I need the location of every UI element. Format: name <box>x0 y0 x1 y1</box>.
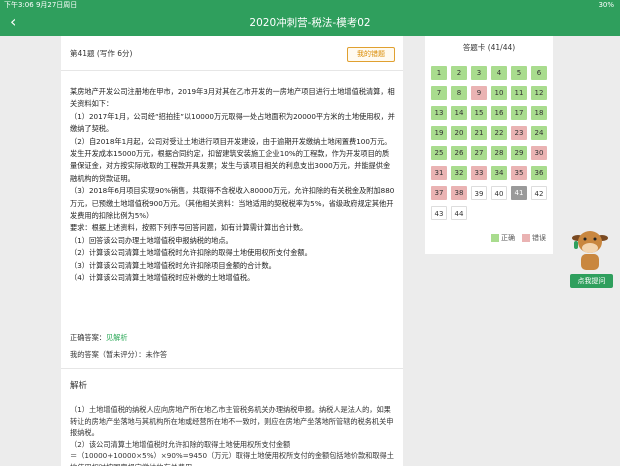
cow-mascot-icon[interactable] <box>570 224 610 274</box>
answer-card-item[interactable]: 33 <box>471 166 487 180</box>
legend-correct-label: 正确 <box>501 234 515 242</box>
answer-card-item[interactable]: 5 <box>511 66 527 80</box>
question-paragraph: （2）自2018年1月起，公司对受让土地进行项目开发建设，由于逾期开发缴纳土地闲… <box>70 136 392 183</box>
question-paragraph: （3）计算该公司清算土地增值税时允许扣除项目金额的合计数。 <box>70 260 276 270</box>
answer-card-item[interactable]: 12 <box>531 86 547 100</box>
question-paragraph: （4）计算该公司清算土地增值税时应补缴的土地增值税。 <box>70 273 255 283</box>
answer-card-item[interactable]: 38 <box>451 186 467 200</box>
answer-card-item[interactable]: 34 <box>491 166 507 180</box>
page-title: 2020冲刺营-税法-模考02 <box>249 17 371 29</box>
my-wrong-questions-button[interactable]: 我的错题 <box>347 47 395 62</box>
answer-card-item[interactable]: 15 <box>471 106 487 120</box>
answer-card-item[interactable]: 17 <box>511 106 527 120</box>
question-panel: 第41题 (写作 6分) 我的错题 某房地产开发公司注册地在甲市，2019年3月… <box>61 36 403 466</box>
answer-card-item[interactable]: 4 <box>491 66 507 80</box>
answer-card-item[interactable]: 10 <box>491 86 507 100</box>
status-time: 下午3:06 9月27日周日 <box>4 1 78 9</box>
answer-card: 答题卡 (41/44) 1 2 3 4 5 6 7 8 9 10 11 12 13 14 15 16 17 18 1… <box>425 36 553 254</box>
answer-card-item[interactable]: 29 <box>511 146 527 160</box>
analysis-paragraph: （1）土地增值税的纳税人应向房地产所在地乙市主管税务机关办理纳税申报。纳税人是法… <box>70 405 394 438</box>
my-answer: 我的答案（暂未评分）：未作答 <box>70 350 168 359</box>
answer-card-item[interactable]: 28 <box>491 146 507 160</box>
answer-card-item[interactable]: 21 <box>471 126 487 140</box>
divider <box>61 368 403 369</box>
answer-card-item[interactable]: 13 <box>431 106 447 120</box>
analysis-title: 解析 <box>70 381 88 391</box>
legend-correct-swatch <box>491 234 499 242</box>
answer-card-item[interactable]: 42 <box>531 186 547 200</box>
answer-card-item[interactable]: 30 <box>531 146 547 160</box>
analysis-paragraph: ＝（10000+10000×5%）×90%=9450（万元）取得土地使用权所支付… <box>70 451 394 466</box>
answer-card-item[interactable]: 43 <box>431 206 447 220</box>
answer-card-item[interactable]: 37 <box>431 186 447 200</box>
answer-card-item[interactable]: 9 <box>471 86 487 100</box>
question-body: 某房地产开发公司注册地在甲市，2019年3月对其在乙市开发的一房地产项目进行土地… <box>70 86 395 285</box>
answer-card-item[interactable]: 44 <box>451 206 467 220</box>
legend-wrong-swatch <box>522 234 530 242</box>
correct-answer-value: 见解析 <box>105 333 128 342</box>
question-paragraph: 要求：根据上述资料，按照下列序号回答问题，如有计算需计算出合计数。 <box>70 223 308 233</box>
legend-correct: 正确 <box>491 233 515 243</box>
answer-card-item[interactable]: 31 <box>431 166 447 180</box>
question-paragraph: （1）2017年1月，公司经“招拍挂”以10000万元取得一处占地面积为2000… <box>70 111 395 134</box>
answer-card-item[interactable]: 23 <box>511 126 527 140</box>
answer-card-item[interactable]: 41 <box>511 186 527 200</box>
answer-card-item[interactable]: 19 <box>431 126 447 140</box>
divider <box>61 70 403 71</box>
answer-card-item[interactable]: 26 <box>451 146 467 160</box>
answer-card-item[interactable]: 8 <box>451 86 467 100</box>
answer-card-item[interactable]: 24 <box>531 126 547 140</box>
analysis-body: （1）土地增值税的纳税人应向房地产所在地乙市主管税务机关办理纳税申报。纳税人是法… <box>70 404 395 466</box>
nav-bar: ‹ 2020冲刺营-税法-模考02 <box>0 10 620 36</box>
answer-card-item[interactable]: 11 <box>511 86 527 100</box>
question-paragraph: （3）2018年6月项目实现90%销售，共取得不含税收入80000万元，允许扣除… <box>70 186 395 221</box>
question-paragraph: （2）计算该公司清算土地增值税时允许扣除的取得土地使用权所支付金额。 <box>70 248 312 258</box>
correct-answer: 正确答案：见解析 <box>70 333 128 343</box>
answer-card-item[interactable]: 36 <box>531 166 547 180</box>
answer-card-item[interactable]: 6 <box>531 66 547 80</box>
answer-card-item[interactable]: 2 <box>451 66 467 80</box>
answer-card-item[interactable]: 20 <box>451 126 467 140</box>
answer-card-item[interactable]: 14 <box>451 106 467 120</box>
correct-answer-label: 正确答案： <box>70 333 106 342</box>
legend-wrong: 错误 <box>522 233 546 243</box>
answer-card-item[interactable]: 32 <box>451 166 467 180</box>
answer-card-item[interactable]: 39 <box>471 186 487 200</box>
answer-card-item[interactable]: 18 <box>531 106 547 120</box>
question-paragraph: 某房地产开发公司注册地在甲市，2019年3月对其在乙市开发的一房地产项目进行土地… <box>70 87 395 109</box>
answer-card-item[interactable]: 27 <box>471 146 487 160</box>
answer-card-item[interactable]: 35 <box>511 166 527 180</box>
ask-question-button[interactable]: 点我提问 <box>570 274 613 288</box>
answer-card-item[interactable]: 1 <box>431 66 447 80</box>
answer-card-item[interactable]: 16 <box>491 106 507 120</box>
answer-card-item[interactable]: 3 <box>471 66 487 80</box>
status-bar: 下午3:06 9月27日周日 30% <box>0 0 620 10</box>
answer-card-item[interactable]: 7 <box>431 86 447 100</box>
answer-card-item[interactable]: 25 <box>431 146 447 160</box>
answer-card-item[interactable]: 22 <box>491 126 507 140</box>
answer-card-item[interactable]: 40 <box>491 186 507 200</box>
question-paragraph: （1）回答该公司办理土地增值税申报纳税的地点。 <box>70 235 233 245</box>
battery-indicator: 30% <box>598 1 614 9</box>
legend-wrong-label: 错误 <box>532 234 546 242</box>
answer-card-title: 答题卡 (41/44) <box>462 43 516 52</box>
analysis-paragraph: （2）该公司清算土地增值税时允许扣除的取得土地使用权所支付金额 <box>70 439 291 449</box>
question-header: 第41题 (写作 6分) <box>70 49 133 58</box>
